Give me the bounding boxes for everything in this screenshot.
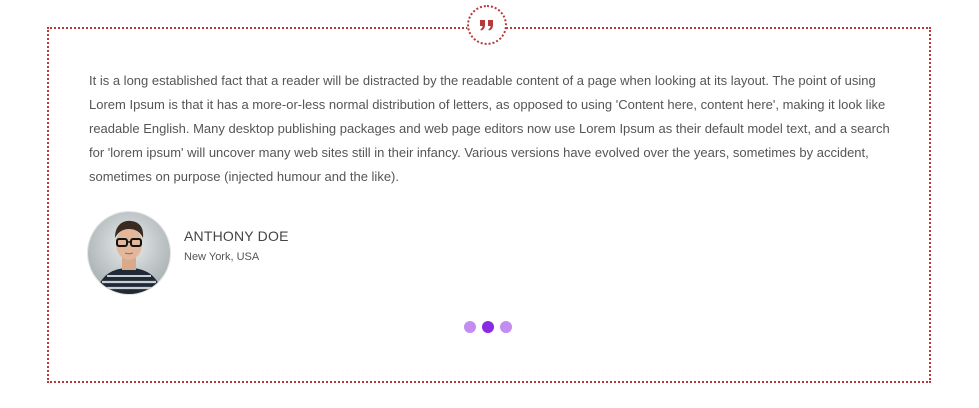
carousel-dot-3[interactable] [500,321,512,333]
carousel-dot-1[interactable] [464,321,476,333]
author-location: New York, USA [184,251,260,263]
testimonial-text: It is a long established fact that a rea… [89,73,890,184]
avatar-photo [88,212,170,294]
quote-badge [467,5,507,45]
carousel-dot-2[interactable] [482,321,494,333]
carousel-pagination [464,321,512,333]
author-name: ANTHONY DOE [184,228,289,244]
avatar [88,212,170,294]
quote-icon [480,20,493,31]
